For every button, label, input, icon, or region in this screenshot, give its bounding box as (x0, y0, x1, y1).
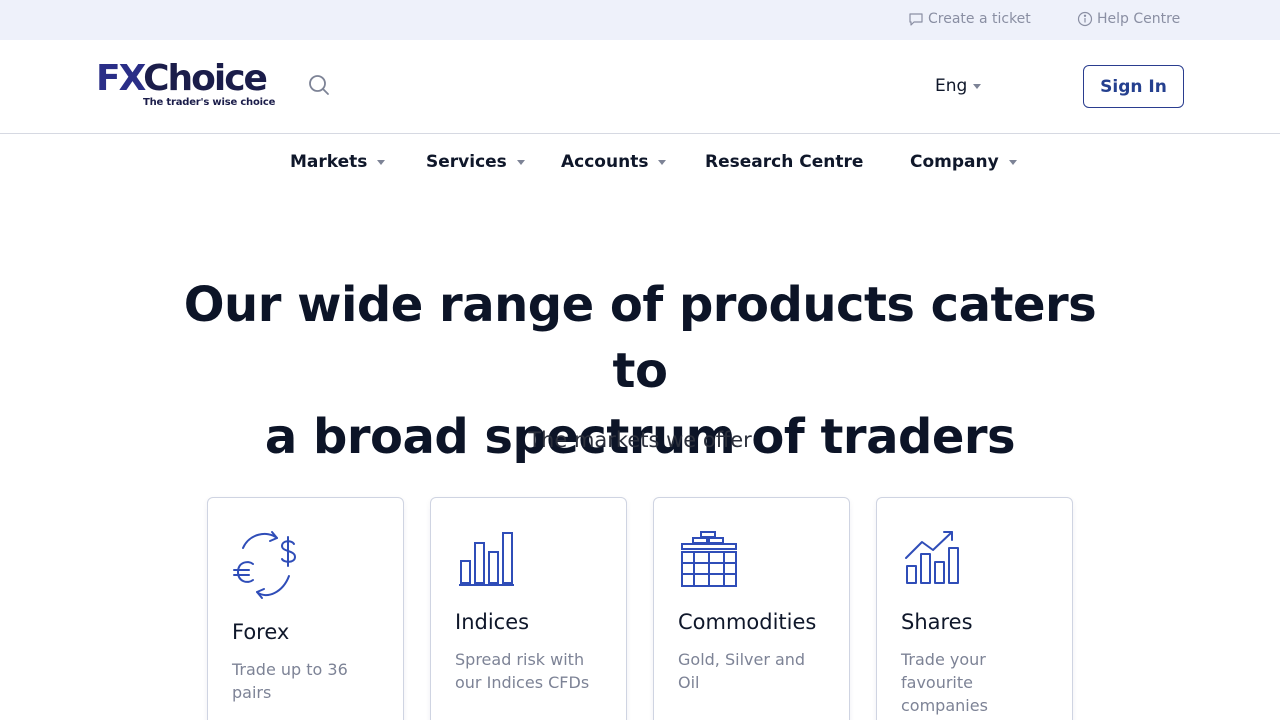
nav-item-research-centre[interactable]: Research Centre (705, 152, 863, 172)
create-ticket-link[interactable]: Create a ticket (908, 11, 1031, 27)
nav-item-label: Services (426, 152, 507, 172)
card-title: Shares (901, 610, 973, 634)
nav-item-accounts[interactable]: Accounts (561, 152, 667, 172)
card-title: Indices (455, 610, 530, 634)
gold-bars-icon (681, 531, 737, 587)
nav-item-markets[interactable]: Markets (290, 152, 386, 172)
card-description: Trade up to 36 pairs (232, 660, 348, 702)
logo-tagline: The trader's wise choice (143, 97, 276, 108)
chevron-down-icon (658, 159, 667, 165)
logo-wordmark: FXChoice (96, 58, 268, 99)
site-header: FXChoice The trader's wise choice Eng Si… (0, 40, 1280, 134)
chevron-down-icon (973, 83, 982, 89)
card-title: Commodities (678, 610, 817, 634)
nav-item-services[interactable]: Services (426, 152, 525, 172)
chevron-down-icon (377, 159, 386, 165)
create-ticket-label: Create a ticket (928, 11, 1031, 27)
info-icon (1077, 11, 1093, 27)
card-description: Gold, Silver and Oil (678, 650, 806, 692)
chevron-down-icon (1008, 159, 1017, 165)
currency-exchange-icon (233, 531, 296, 599)
nav-item-label: Markets (290, 152, 368, 172)
bar-chart-icon (459, 532, 514, 586)
top-utility-bar: Create a ticket Help Centre (0, 0, 1280, 40)
help-centre-link[interactable]: Help Centre (1077, 11, 1180, 27)
card-description: Spread risk with our Indices CFDs (455, 650, 590, 692)
hero-title-line-1: Our wide range of products caters to (183, 277, 1097, 399)
nav-item-label: Company (910, 152, 999, 172)
rising-chart-icon (905, 531, 959, 584)
nav-item-label: Research Centre (705, 152, 864, 172)
help-centre-label: Help Centre (1097, 11, 1181, 27)
sign-in-button[interactable]: Sign In (1083, 65, 1184, 108)
fxchoice-logo[interactable]: FXChoice The trader's wise choice (96, 58, 275, 112)
market-card-indices[interactable]: Indices Spread risk with our Indices CFD… (430, 497, 627, 720)
main-nav: Markets Services Accounts Research Centr… (0, 134, 1280, 190)
card-title: Forex (232, 620, 290, 644)
chat-bubble-icon (909, 13, 923, 26)
nav-item-company[interactable]: Company (910, 152, 1017, 172)
hero-subtitle: The markets we offer (528, 428, 752, 452)
chevron-down-icon (516, 159, 525, 165)
market-card-commodities[interactable]: Commodities Gold, Silver and Oil (653, 497, 850, 720)
market-card-shares[interactable]: Shares Trade your favourite companies (876, 497, 1073, 720)
market-card-forex[interactable]: Forex Trade up to 36 pairs (207, 497, 404, 720)
nav-item-label: Accounts (561, 152, 649, 172)
language-selector[interactable]: Eng (935, 76, 982, 96)
card-description: Trade your favourite companies (901, 650, 988, 715)
language-label: Eng (935, 76, 968, 96)
search-icon[interactable] (307, 73, 331, 97)
